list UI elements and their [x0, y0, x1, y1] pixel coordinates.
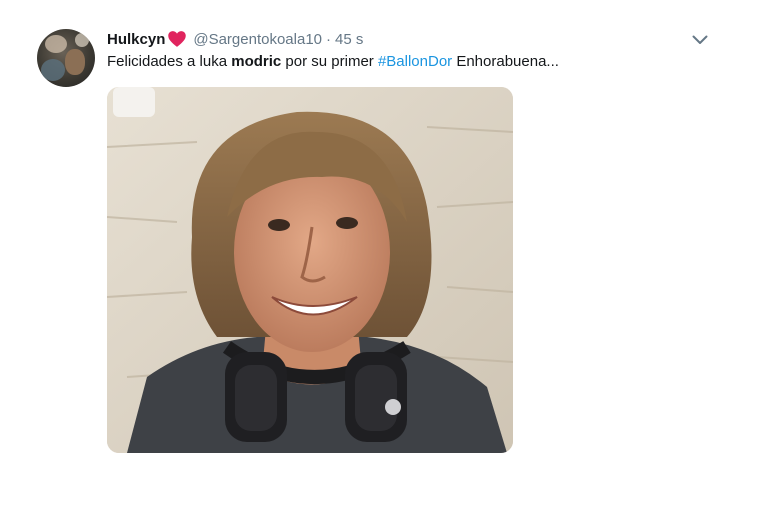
- heart-icon: [167, 29, 187, 49]
- timestamp[interactable]: 45 s: [335, 31, 363, 48]
- hashtag-link[interactable]: #BallonDor: [378, 53, 452, 70]
- tweet-text: Felicidades a luka modric por su primer …: [107, 52, 727, 72]
- chevron-down-icon[interactable]: [690, 32, 710, 48]
- display-name[interactable]: Hulkcyn: [107, 31, 165, 48]
- tweet-photo[interactable]: [107, 87, 513, 453]
- avatar[interactable]: [37, 29, 95, 87]
- tweet-header: Hulkcyn @Sargentokoala10 · 45 s: [107, 28, 363, 50]
- text-segment: Enhorabuena...: [452, 53, 559, 70]
- text-bold: modric: [231, 53, 282, 70]
- user-handle[interactable]: @Sargentokoala10: [193, 31, 322, 48]
- tweet[interactable]: Hulkcyn @Sargentokoala10 · 45 s Felicida…: [0, 0, 770, 512]
- text-segment: por su primer: [281, 53, 378, 70]
- separator: ·: [326, 30, 332, 48]
- text-segment: Felicidades a luka: [107, 53, 232, 70]
